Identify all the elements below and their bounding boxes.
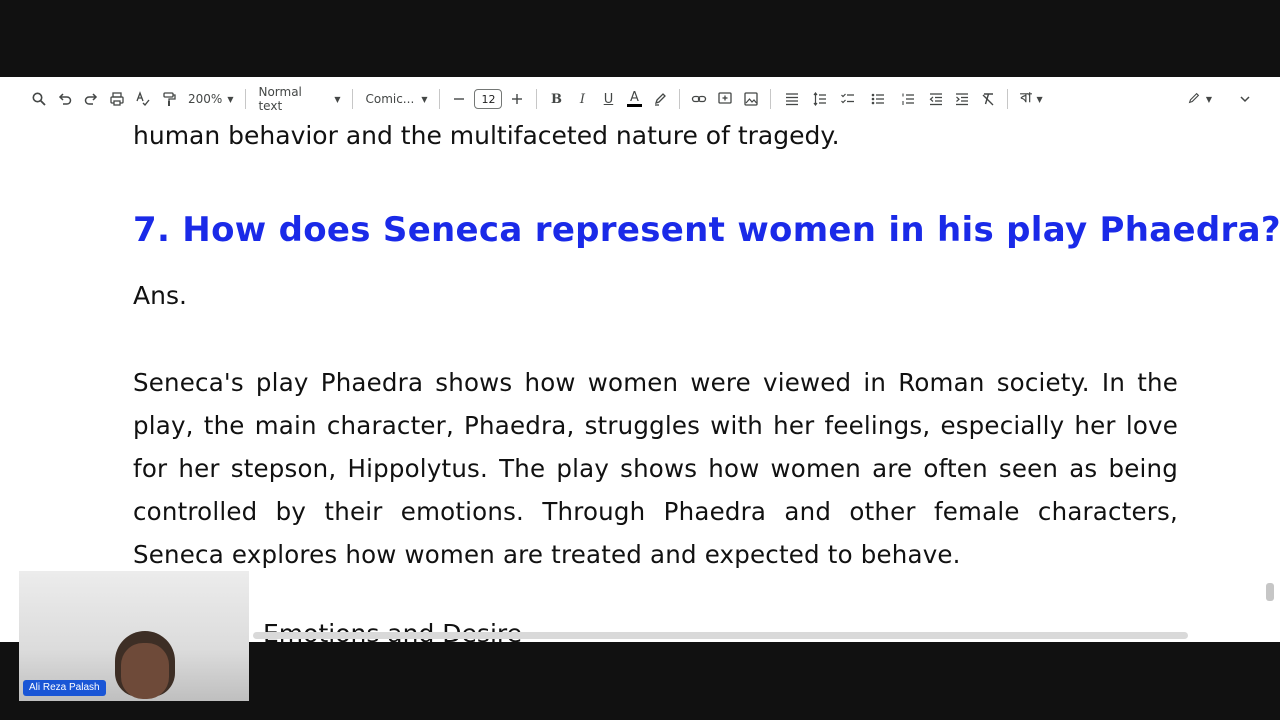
chevron-down-icon: ▼: [227, 94, 234, 104]
answer-paragraph: Seneca's play Phaedra shows how women we…: [133, 368, 1178, 569]
text-color-label: A: [630, 89, 639, 105]
chevron-down-icon: ▼: [421, 94, 428, 104]
redo-icon[interactable]: [78, 86, 104, 112]
edit-mode-icon: [1187, 91, 1201, 108]
zoom-value: 200%: [188, 92, 223, 106]
font-value: Comic...: [365, 92, 415, 106]
text-color-button[interactable]: A: [621, 86, 647, 112]
font-size-input[interactable]: 12: [474, 89, 503, 109]
bengali-input-label: বা: [1020, 90, 1032, 106]
horizontal-scrollbar[interactable]: [253, 632, 1188, 639]
document-page[interactable]: human behavior and the multifaceted natu…: [0, 121, 1280, 642]
italic-button[interactable]: I: [569, 86, 595, 112]
search-icon[interactable]: [26, 86, 52, 112]
image-icon[interactable]: [738, 86, 764, 112]
decrease-font-size-icon[interactable]: [446, 86, 472, 112]
text-color-swatch: [626, 103, 642, 107]
docs-toolbar: 200% ▼ Normal text ▼ Comic... ▼ 12 B I U…: [0, 77, 1280, 121]
paint-format-icon[interactable]: [156, 86, 182, 112]
undo-icon[interactable]: [52, 86, 78, 112]
bold-button[interactable]: B: [543, 86, 569, 112]
align-icon[interactable]: [777, 86, 807, 112]
highlight-icon[interactable]: [647, 86, 673, 112]
print-icon[interactable]: [104, 86, 130, 112]
style-value: Normal text: [258, 85, 302, 113]
presenter-face: [121, 643, 169, 699]
indent-decrease-icon[interactable]: [923, 86, 949, 112]
zoom-select[interactable]: 200% ▼: [182, 92, 239, 106]
webcam-overlay: Ali Reza Palash: [19, 571, 249, 701]
chevron-down-icon: ▼: [1205, 94, 1212, 104]
numbered-list-icon[interactable]: [893, 86, 923, 112]
indent-increase-icon[interactable]: [949, 86, 975, 112]
top-frame: [0, 0, 1280, 77]
input-tools-select[interactable]: বা ▼: [1014, 89, 1048, 110]
editing-mode-select[interactable]: ▼: [1181, 91, 1218, 108]
collapse-icon[interactable]: [1232, 86, 1258, 112]
chevron-down-icon: ▼: [1036, 94, 1043, 104]
increase-font-size-icon[interactable]: [504, 86, 530, 112]
question-heading: 7. How does Seneca represent women in hi…: [133, 210, 1280, 250]
chevron-down-icon: ▼: [334, 94, 341, 104]
vertical-scrollbar[interactable]: [1266, 583, 1274, 601]
previous-paragraph-line: human behavior and the multifaceted natu…: [133, 121, 840, 150]
underline-button[interactable]: U: [595, 86, 621, 112]
bullet-list-icon[interactable]: [863, 86, 893, 112]
toolbar-divider: [770, 89, 772, 109]
checklist-icon[interactable]: [833, 86, 863, 112]
line-spacing-icon[interactable]: [807, 86, 833, 112]
link-icon[interactable]: [686, 86, 712, 112]
toolbar-divider: [679, 89, 681, 109]
presenter-name-tag: Ali Reza Palash: [23, 680, 106, 696]
toolbar-divider: [1007, 89, 1009, 109]
answer-label: Ans.: [133, 281, 187, 310]
toolbar-divider: [536, 89, 538, 109]
toolbar-divider: [439, 89, 441, 109]
spellcheck-icon[interactable]: [130, 86, 156, 112]
toolbar-divider: [245, 89, 247, 109]
style-select[interactable]: Normal text ▼: [252, 85, 346, 113]
font-select[interactable]: Comic... ▼: [359, 92, 433, 106]
comment-icon[interactable]: [712, 86, 738, 112]
toolbar-divider: [352, 89, 354, 109]
clear-formatting-icon[interactable]: [975, 86, 1001, 112]
